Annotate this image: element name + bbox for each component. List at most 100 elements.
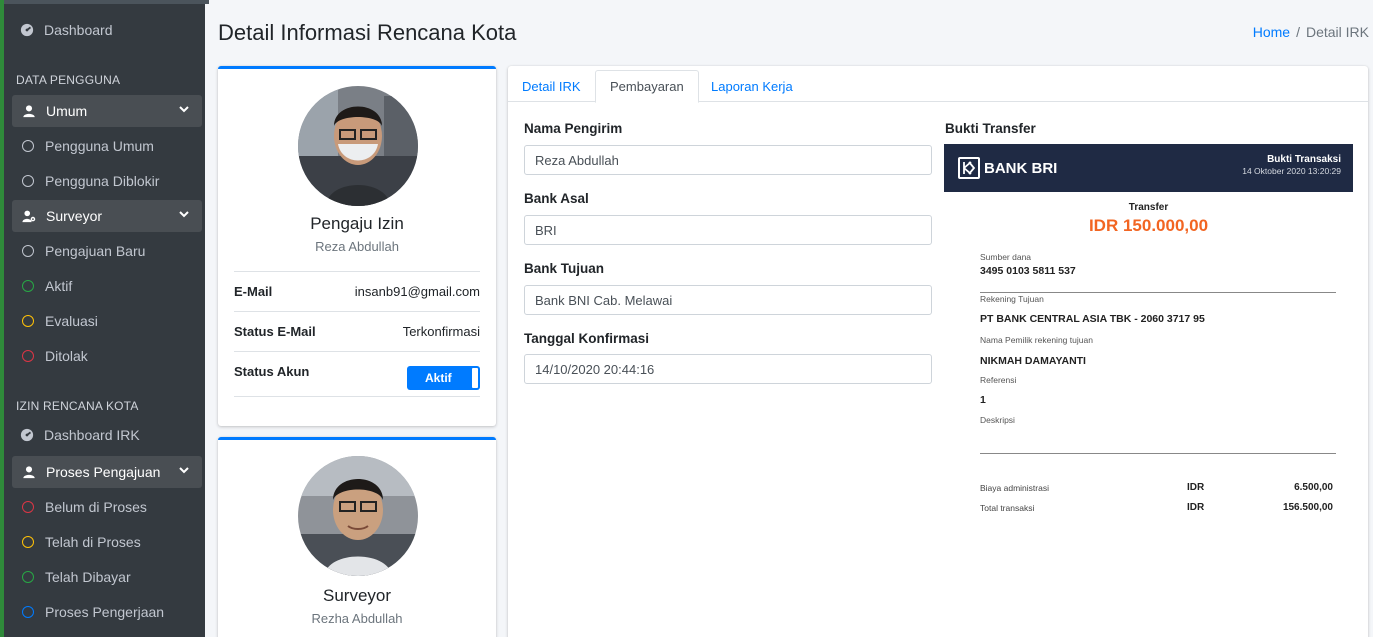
sidebar-item-aktif[interactable]: Aktif	[12, 270, 202, 302]
sidebar-item-label: Pengajuan Baru	[45, 243, 146, 259]
email-value: insanb91@gmail.com	[354, 284, 480, 299]
receipt-header: BANK BRI Bukti Transaksi 14 Oktober 2020…	[944, 144, 1353, 192]
sender-label: Nama Pengirim	[524, 121, 623, 136]
sidebar: Dashboard DATA PENGGUNA Umum Pengguna Um…	[0, 0, 209, 637]
user-cog-icon	[22, 210, 36, 223]
breadcrumb-separator: /	[1296, 24, 1300, 40]
email-status-label: Status E-Mail	[234, 324, 316, 339]
sidebar-item-pengajuan-baru[interactable]: Pengajuan Baru	[12, 235, 202, 267]
transfer-proof-label: Bukti Transfer	[945, 121, 1036, 136]
user-icon	[23, 105, 35, 118]
sidebar-item-label: Evaluasi	[45, 313, 98, 329]
email-status-row: Status E-Mail Terkonfirmasi	[234, 311, 480, 351]
sidebar-item-label: Proses Pengerjaan	[45, 604, 165, 620]
applicant-profile-card: Pengaju Izin Reza Abdullah E-Mail insanb…	[218, 66, 496, 426]
sidebar-item-label: Aktif	[45, 278, 73, 294]
yellow-circle-icon	[22, 536, 34, 548]
destination-bank-field[interactable]: Bank BNI Cab. Melawai	[524, 285, 932, 315]
sender-field[interactable]: Reza Abdullah	[524, 145, 932, 175]
sidebar-item-dashboard-irk[interactable]: Dashboard IRK	[4, 419, 209, 451]
account-status-row: Status Akun Aktif	[234, 351, 480, 397]
sidebar-item-telah-di-proses[interactable]: Telah di Proses	[12, 526, 202, 558]
applicant-name: Reza Abdullah	[315, 239, 399, 254]
yellow-circle-icon	[22, 315, 34, 327]
red-circle-icon	[22, 350, 34, 362]
source-label: Sumber dana	[980, 252, 1032, 262]
total-label: Total transaksi	[980, 503, 1035, 513]
sidebar-item-label: Dashboard	[44, 22, 113, 38]
chevron-down-icon	[179, 211, 189, 218]
green-circle-icon	[22, 280, 34, 292]
sidebar-section-users: DATA PENGGUNA	[16, 73, 121, 87]
account-status-toggle[interactable]: Aktif	[407, 366, 480, 390]
account-status-label: Status Akun	[234, 364, 310, 379]
toggle-knob	[472, 368, 478, 388]
destination-bank-label: Bank Tujuan	[524, 261, 605, 276]
dashboard-icon	[20, 428, 34, 442]
destination-account-value: PT BANK CENTRAL ASIA TBK - 2060 3717 95	[980, 313, 1205, 325]
bank-logo: BANK BRI	[958, 157, 1057, 179]
source-value: 3495 0103 5811 537	[980, 265, 1076, 277]
sidebar-item-proses-pengajuan[interactable]: Proses Pengajuan	[12, 456, 202, 488]
breadcrumb: Home / Detail IRK	[1253, 24, 1369, 40]
destination-account-label: Rekening Tujuan	[980, 294, 1044, 304]
detail-panel: Detail IRK Pembayaran Laporan Kerja Nama…	[508, 66, 1368, 637]
tab-detail-irk[interactable]: Detail IRK	[508, 70, 595, 102]
sidebar-item-telah-dibayar[interactable]: Telah Dibayar	[12, 561, 202, 593]
sidebar-item-label: Telah Dibayar	[45, 569, 131, 585]
circle-icon	[22, 245, 34, 257]
admin-fee-label: Biaya administrasi	[980, 483, 1049, 493]
receipt-date: 14 Oktober 2020 13:20:29	[1242, 166, 1341, 176]
sidebar-item-pengguna-diblokir[interactable]: Pengguna Diblokir	[12, 165, 202, 197]
sidebar-item-label: Belum di Proses	[45, 499, 147, 515]
circle-icon	[22, 140, 34, 152]
total-value: 156.500,00	[1282, 502, 1333, 513]
surveyor-role: Surveyor	[322, 586, 392, 605]
sidebar-item-evaluasi[interactable]: Evaluasi	[12, 305, 202, 337]
surveyor-avatar	[298, 456, 418, 576]
sidebar-item-label: Proses Pengajuan	[46, 464, 161, 480]
breadcrumb-home-link[interactable]: Home	[1253, 24, 1290, 40]
account-owner-label: Nama Pemilik rekening tujuan	[980, 335, 1093, 345]
confirm-date-field[interactable]: 14/10/2020 20:44:16	[524, 354, 932, 384]
reference-label: Referensi	[980, 375, 1017, 385]
surveyor-profile-card: Surveyor Rezha Abdullah	[218, 437, 496, 637]
email-label: E-Mail	[234, 284, 273, 299]
chevron-down-icon	[179, 467, 189, 474]
page-title: Detail Informasi Rencana Kota	[218, 20, 517, 45]
origin-bank-field[interactable]: BRI	[524, 215, 932, 245]
applicant-avatar	[298, 86, 418, 206]
sidebar-item-pengguna-umum[interactable]: Pengguna Umum	[12, 130, 202, 162]
sidebar-item-belum-di-proses[interactable]: Belum di Proses	[12, 491, 202, 523]
sidebar-item-label: Surveyor	[46, 208, 103, 224]
reference-value: 1	[980, 394, 986, 406]
sidebar-item-ditolak[interactable]: Ditolak	[12, 340, 202, 372]
dashboard-icon	[20, 23, 34, 37]
sidebar-item-surveyor[interactable]: Surveyor	[12, 200, 202, 232]
receipt-divider	[980, 292, 1336, 293]
origin-bank-label: Bank Asal	[524, 191, 589, 206]
sidebar-item-proses-pengerjaan[interactable]: Proses Pengerjaan	[12, 596, 202, 628]
red-circle-icon	[22, 501, 34, 513]
sidebar-item-label: Pengguna Umum	[45, 138, 154, 154]
confirm-date-label: Tanggal Konfirmasi	[524, 331, 650, 346]
sidebar-item-umum[interactable]: Umum	[12, 95, 202, 127]
admin-fee-value: 6.500,00	[1294, 482, 1333, 493]
breadcrumb-current: Detail IRK	[1305, 24, 1369, 40]
sidebar-item-dashboard[interactable]: Dashboard	[4, 14, 209, 46]
transfer-label: Transfer	[1128, 202, 1169, 213]
receipt-divider	[980, 453, 1336, 454]
email-row: E-Mail insanb91@gmail.com	[234, 271, 480, 311]
receipt-title: Bukti Transaksi	[1267, 154, 1341, 165]
tab-laporan-kerja[interactable]: Laporan Kerja	[697, 70, 807, 102]
sidebar-item-label: Telah di Proses	[45, 534, 141, 550]
circle-icon	[22, 175, 34, 187]
surveyor-name: Rezha Abdullah	[311, 611, 403, 626]
email-status-value: Terkonfirmasi	[402, 324, 480, 339]
description-label: Deskripsi	[980, 415, 1015, 425]
sidebar-item-label: Pengguna Diblokir	[45, 173, 160, 189]
sidebar-section-irk: IZIN RENCANA KOTA	[16, 399, 139, 413]
tab-pembayaran[interactable]: Pembayaran	[595, 70, 699, 103]
bri-logo-icon	[958, 157, 980, 179]
admin-fee-currency: IDR	[1187, 482, 1205, 493]
